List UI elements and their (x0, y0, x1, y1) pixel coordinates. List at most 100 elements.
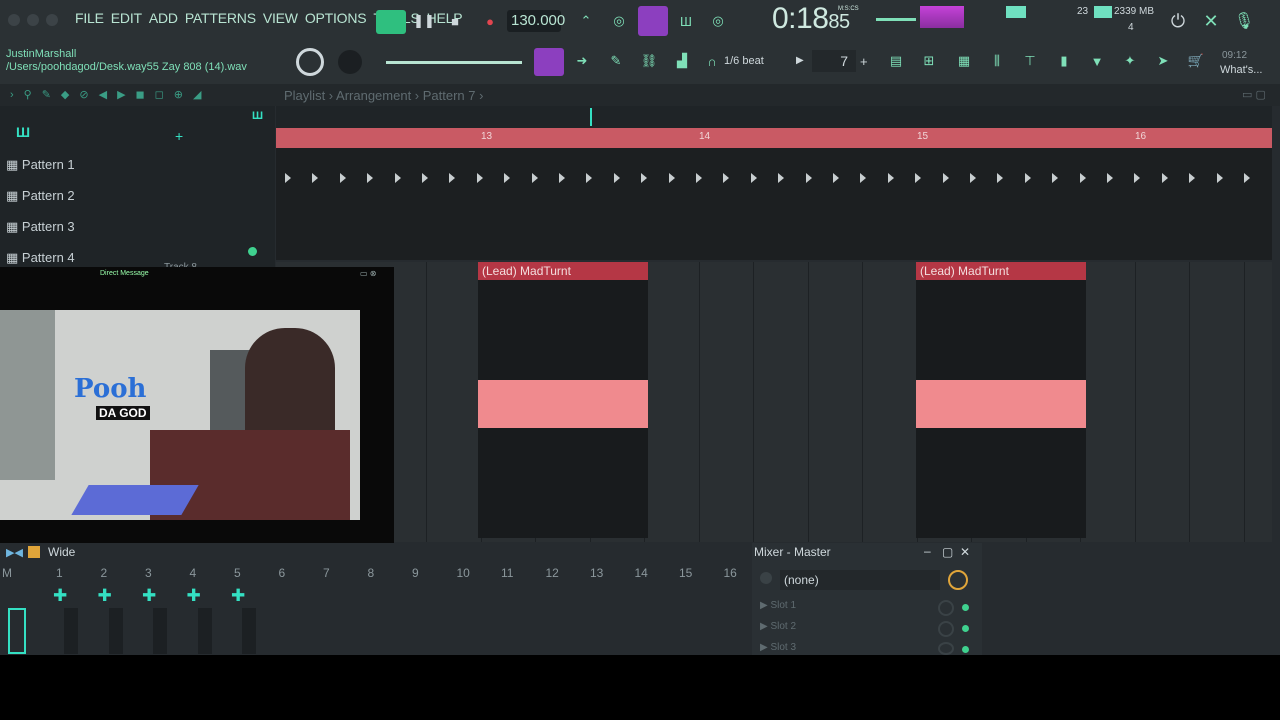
playlist-icon[interactable]: ▤ (882, 48, 910, 74)
browser-icon[interactable]: ⊤ (1016, 48, 1044, 74)
step-add-button[interactable]: ✚ (187, 586, 201, 606)
step-add-button[interactable]: ✚ (53, 586, 67, 606)
mixer-maximize[interactable]: ▢ (942, 545, 953, 559)
channel-rack-icon[interactable]: ▦ (950, 48, 978, 74)
playlist-scrollbar[interactable] (276, 106, 1272, 128)
menu-edit[interactable]: EDIT (111, 10, 142, 26)
main-pitch-knob[interactable] (338, 50, 362, 74)
mixer-input-select[interactable]: (none) (780, 570, 940, 590)
main-volume-knob[interactable] (296, 48, 324, 76)
mixer-icon[interactable]: ⫼ (983, 48, 1011, 74)
mixer-input-icon[interactable] (760, 572, 772, 584)
menu-options[interactable]: OPTIONS (305, 10, 367, 26)
pattern-item[interactable]: ▦ Pattern 2 (6, 183, 266, 209)
slot-mix-knob[interactable] (938, 600, 954, 616)
breadcrumb[interactable]: Playlist › Arrangement › Pattern 7 › (284, 88, 483, 103)
add-pattern-button[interactable]: + (860, 54, 868, 69)
pattern-marker (586, 173, 593, 183)
pattern-track[interactable] (276, 148, 1272, 260)
step-key[interactable] (64, 608, 78, 654)
pencil-icon[interactable]: ✎ (602, 48, 630, 74)
step-key[interactable] (242, 608, 256, 654)
news-text[interactable]: What's... (1220, 64, 1262, 76)
slot-enable-led[interactable] (962, 646, 969, 653)
channel-volume-meter[interactable] (8, 608, 26, 654)
rack-play-icon[interactable]: ▶◀ (6, 546, 23, 559)
cart-icon[interactable]: 🛒 (1182, 48, 1210, 74)
metronome-icon[interactable]: ⌃ (572, 8, 600, 34)
window-close-dot[interactable] (8, 14, 20, 26)
plane-icon[interactable]: ➤ (1149, 48, 1177, 74)
magnet-icon[interactable]: ∩ (698, 48, 726, 74)
pattern-item[interactable]: ▦ Pattern 3 (6, 214, 266, 240)
audio-clip[interactable]: (Lead) MadTurnt (478, 262, 648, 538)
mixer-slot[interactable]: ▶ Slot 2 (760, 621, 796, 632)
step-key[interactable] (108, 608, 123, 654)
power-icon[interactable]: ⏻ (1164, 8, 1192, 34)
playhead[interactable] (590, 108, 592, 126)
plugin-icon[interactable]: ▼ (1083, 48, 1111, 74)
pause-button[interactable]: ❚❚ (410, 8, 438, 34)
playlist-tools[interactable]: ›⚲✎◆⊘◀▶◼◻⊕◢ (10, 88, 211, 101)
pattern-number[interactable]: 7 (812, 50, 856, 72)
audio-clip[interactable]: (Lead) MadTurnt (916, 262, 1086, 538)
step-key[interactable] (197, 608, 212, 654)
breadcrumb-playlist[interactable]: Playlist (284, 88, 325, 103)
add-pattern-plus[interactable]: + (175, 128, 183, 144)
mixer-slot[interactable]: ▶ Slot 3 (760, 642, 796, 653)
slot-enable-led[interactable] (962, 625, 969, 632)
slot-enable-led[interactable] (962, 604, 969, 611)
playlist-view-button[interactable] (534, 48, 564, 76)
channel-name[interactable]: Wide (48, 545, 75, 559)
pattern-prev-arrow[interactable]: ▶ (796, 55, 804, 66)
latency-icon[interactable] (948, 570, 968, 590)
loop-record-icon[interactable]: ◎ (704, 8, 732, 34)
slot-mix-knob[interactable] (938, 642, 954, 655)
step-add-button[interactable]: ✚ (98, 586, 112, 606)
breadcrumb-pattern[interactable]: Pattern 7 (423, 88, 476, 103)
rack-color-icon[interactable] (28, 546, 40, 558)
menu-file[interactable]: FILE (75, 10, 104, 26)
track-mute-led[interactable] (248, 247, 257, 256)
stop-button[interactable]: ■ (441, 8, 469, 34)
pattern-item[interactable]: ▦ Pattern 1 (6, 152, 266, 178)
snap-select[interactable]: 1/6 beat (724, 55, 764, 67)
time-ruler[interactable] (276, 128, 1272, 148)
pattern-marker (970, 173, 976, 183)
tempo-display[interactable]: 130.000 (507, 10, 565, 32)
link-icon[interactable]: ⛓ (635, 48, 663, 74)
step-edit-icon[interactable]: Ш (672, 8, 700, 34)
touch-icon[interactable]: ✦ (1116, 48, 1144, 74)
mixer-close[interactable]: ✕ (960, 545, 970, 559)
arrow-right-icon[interactable]: ➜ (568, 48, 596, 74)
file-icon[interactable]: ▮ (1050, 48, 1078, 74)
tools-icon[interactable]: ✕ (1197, 8, 1225, 34)
mixer-window-controls[interactable]: – (924, 544, 931, 558)
microphone-icon[interactable]: 🎙 (1230, 8, 1258, 34)
record-button[interactable]: ● (476, 8, 504, 34)
window-max-dot[interactable] (46, 14, 58, 26)
wait-input-icon[interactable]: ◎ (605, 8, 633, 34)
pat-label: Ш (252, 110, 264, 122)
clip-header[interactable]: (Lead) MadTurnt (478, 262, 648, 280)
window-min-dot[interactable] (27, 14, 39, 26)
step-add-button[interactable]: ✚ (231, 586, 245, 606)
mixer-slot[interactable]: ▶ Slot 1 (760, 600, 796, 611)
clip-header[interactable]: (Lead) MadTurnt (916, 262, 1086, 280)
song-mode-toggle[interactable] (376, 10, 406, 34)
slot-mix-knob[interactable] (938, 621, 954, 637)
piano-icon[interactable]: Ш (16, 124, 34, 140)
piano-roll-icon[interactable]: ⊞ (915, 48, 943, 74)
countdown-icon[interactable] (638, 6, 668, 36)
step-number: 6 (278, 566, 286, 580)
step-add-button[interactable]: ✚ (142, 586, 156, 606)
step-key[interactable] (153, 608, 167, 654)
webcam-window-controls[interactable]: ▭ ⊗ (360, 269, 376, 278)
master-volume-slider[interactable] (386, 61, 522, 64)
menu-add[interactable]: ADD (149, 10, 178, 26)
menu-view[interactable]: VIEW (263, 10, 298, 26)
playlist-window-controls[interactable]: ▭ ▢ (1242, 88, 1266, 101)
stamp-icon[interactable]: ▟ (668, 48, 696, 74)
menu-patterns[interactable]: PATTERNS (185, 10, 256, 26)
breadcrumb-arrangement[interactable]: Arrangement (336, 88, 411, 103)
